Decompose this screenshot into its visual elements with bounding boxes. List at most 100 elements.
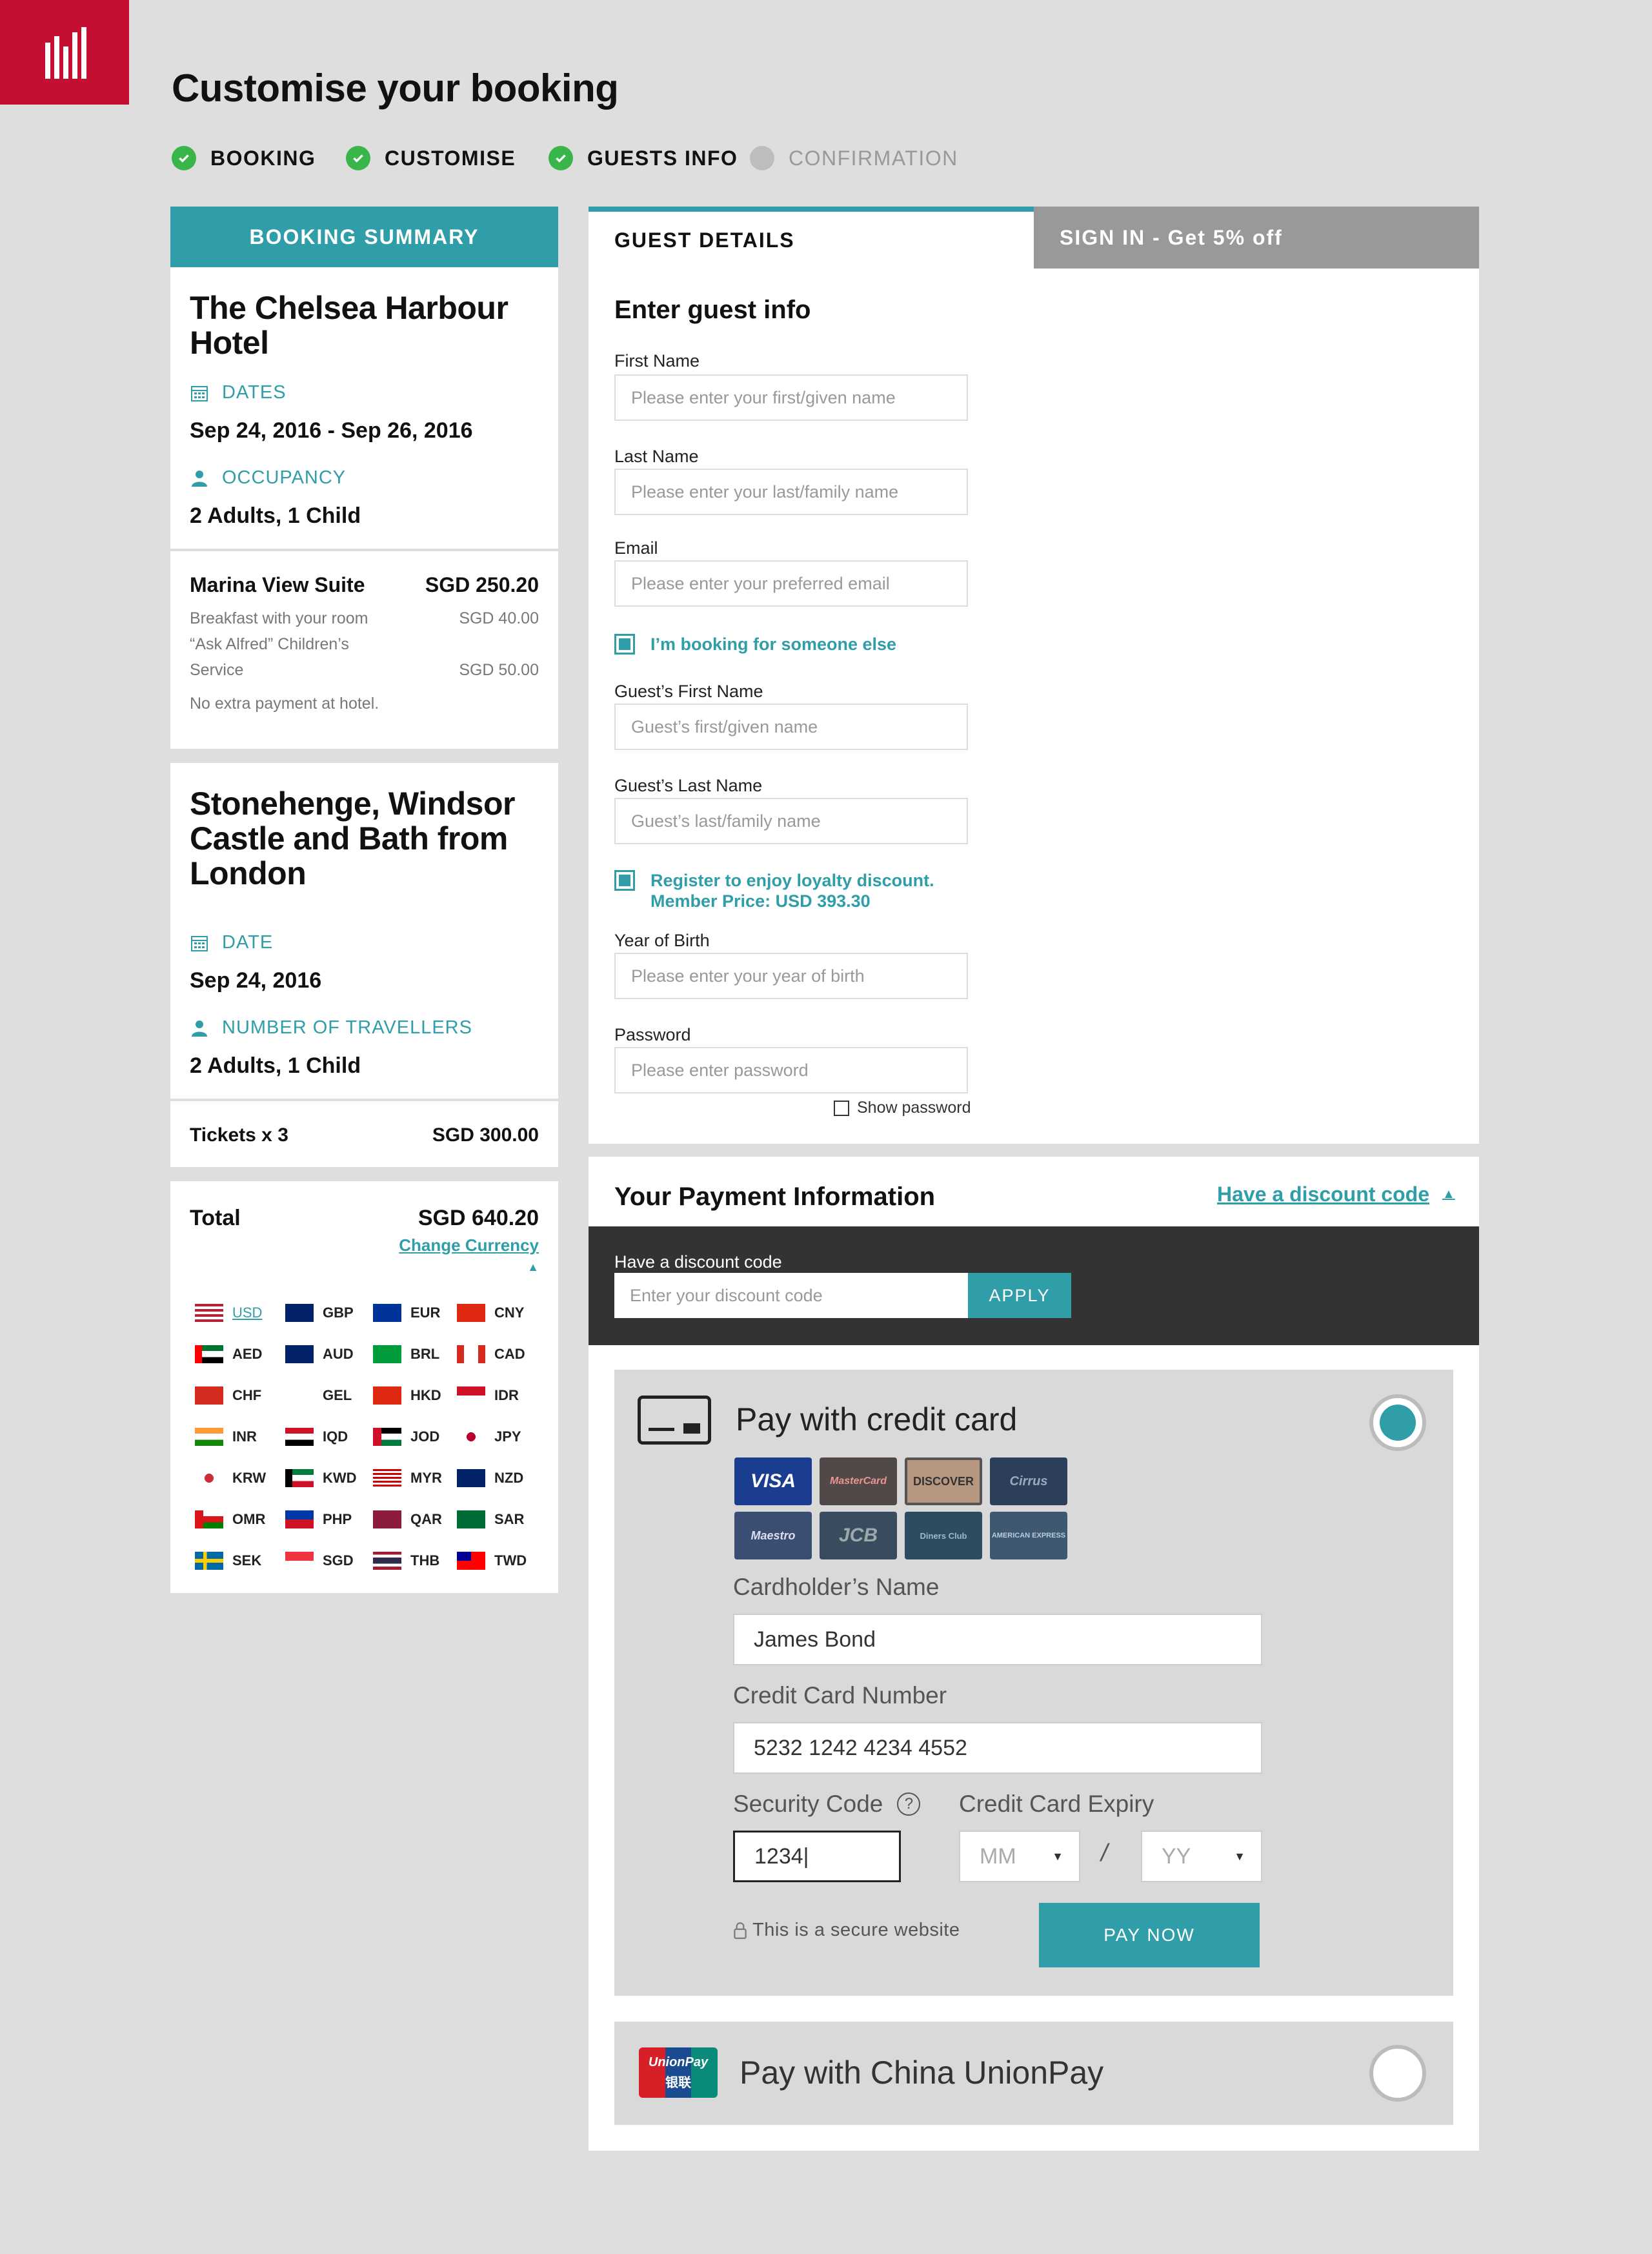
step-label: CONFIRMATION [789, 146, 958, 170]
currency-option-sek[interactable]: SEK [195, 1552, 261, 1570]
caret-up-icon: ▲ [1442, 1187, 1455, 1201]
currency-option-inr[interactable]: INR [195, 1428, 257, 1446]
currency-code: CHF [232, 1387, 262, 1403]
help-icon[interactable]: ? [897, 1792, 921, 1816]
currency-option-eur[interactable]: EUR [373, 1304, 440, 1322]
credit-card-radio[interactable] [1369, 1394, 1426, 1451]
check-icon [346, 146, 370, 170]
pay-now-button[interactable]: PAY NOW [1039, 1903, 1260, 1967]
currency-code: THB [410, 1552, 440, 1569]
apply-button[interactable]: APPLY [968, 1273, 1071, 1318]
last-name-input[interactable]: Please enter your last/family name [614, 469, 968, 515]
currency-option-iqd[interactable]: IQD [285, 1428, 348, 1446]
currency-option-myr[interactable]: MYR [373, 1469, 442, 1487]
currency-option-sar[interactable]: SAR [457, 1510, 524, 1528]
currency-code: QAR [410, 1511, 442, 1527]
currency-option-twd[interactable]: TWD [457, 1552, 527, 1570]
currency-option-aud[interactable]: AUD [285, 1345, 354, 1363]
calendar-icon [191, 935, 208, 951]
last-name-label: Last Name [614, 447, 699, 466]
first-name-input[interactable]: Please enter your first/given name [614, 374, 968, 421]
currency-code: CAD [494, 1346, 525, 1362]
currency-option-usd[interactable]: USD [195, 1304, 262, 1322]
flag-eur-icon [373, 1304, 401, 1322]
check-icon [172, 146, 196, 170]
flag-aud-icon [285, 1345, 314, 1363]
first-name-label: First Name [614, 351, 700, 371]
loyalty-checkbox[interactable]: Register to enjoy loyalty discount. Memb… [614, 870, 934, 911]
flag-inr-icon [195, 1428, 223, 1446]
currency-option-gel[interactable]: GEL [285, 1386, 352, 1405]
expiry-month-select[interactable]: MM ▼ [959, 1831, 1080, 1882]
currency-option-cad[interactable]: CAD [457, 1345, 525, 1363]
total-row: Total SGD 640.20 [190, 1206, 539, 1230]
flag-sek-icon [195, 1552, 223, 1570]
caret-up-icon: ▲ [527, 1261, 539, 1274]
currency-code: GBP [323, 1305, 354, 1321]
currency-option-omr[interactable]: OMR [195, 1510, 265, 1528]
card-number-input[interactable]: 5232 1242 4234 4552 [733, 1722, 1262, 1774]
secure-website-note: This is a secure website [733, 1920, 960, 1941]
form-heading: Enter guest info [614, 296, 811, 324]
unionpay-radio[interactable] [1369, 2045, 1426, 2102]
currency-option-sgd[interactable]: SGD [285, 1552, 354, 1570]
flag-qar-icon [373, 1510, 401, 1528]
flag-usd-icon [195, 1304, 223, 1322]
tour-summary-card: Stonehenge, Windsor Castle and Bath from… [170, 763, 558, 1099]
unionpay-title: Pay with China UnionPay [740, 2055, 1104, 2091]
currency-option-jpy[interactable]: JPY [457, 1428, 521, 1446]
currency-option-idr[interactable]: IDR [457, 1386, 519, 1405]
occupancy-value: 2 Adults, 1 Child [190, 503, 361, 528]
currency-option-kwd[interactable]: KWD [285, 1469, 357, 1487]
room-summary-card: Marina View Suite SGD 250.20 Breakfast w… [170, 551, 558, 749]
tour-date-meta: DATE [190, 932, 273, 953]
currency-option-aed[interactable]: AED [195, 1345, 262, 1363]
card-expiry-label: Credit Card Expiry [959, 1791, 1154, 1817]
currency-option-jod[interactable]: JOD [373, 1428, 439, 1446]
extra-price: SGD 50.00 [459, 661, 539, 679]
show-password-toggle[interactable]: Show password [834, 1099, 971, 1117]
discount-code-link[interactable]: Have a discount code ▲ [1217, 1183, 1455, 1206]
currency-option-cny[interactable]: CNY [457, 1304, 524, 1322]
currency-code: TWD [494, 1552, 527, 1569]
email-input[interactable]: Please enter your preferred email [614, 560, 968, 607]
currency-option-php[interactable]: PHP [285, 1510, 352, 1528]
tab-sign-in[interactable]: SIGN IN - Get 5% off [1034, 207, 1479, 269]
currency-option-qar[interactable]: QAR [373, 1510, 442, 1528]
password-input[interactable]: Please enter password [614, 1047, 968, 1093]
currency-option-nzd[interactable]: NZD [457, 1469, 523, 1487]
currency-code: HKD [410, 1387, 441, 1403]
tab-guest-details[interactable]: GUEST DETAILS [589, 207, 1034, 269]
currency-option-thb[interactable]: THB [373, 1552, 439, 1570]
currency-option-brl[interactable]: BRL [373, 1345, 439, 1363]
currency-option-hkd[interactable]: HKD [373, 1386, 441, 1405]
currency-code: IDR [494, 1387, 519, 1403]
travellers-value: 2 Adults, 1 Child [190, 1053, 361, 1078]
security-code-input[interactable]: 1234| [733, 1831, 901, 1882]
discount-code-input[interactable]: Enter your discount code [614, 1273, 968, 1318]
currency-code: USD [232, 1305, 263, 1321]
guest-first-name-input[interactable]: Guest’s first/given name [614, 704, 968, 750]
currency-code: KRW [232, 1470, 267, 1486]
currency-option-gbp[interactable]: GBP [285, 1304, 354, 1322]
currency-option-krw[interactable]: KRW [195, 1469, 266, 1487]
currency-code: GEL [323, 1387, 352, 1403]
unionpay-panel: UnionPay 银联 Pay with China UnionPay [614, 2022, 1453, 2125]
flag-jod-icon [373, 1428, 401, 1446]
brand-logo[interactable] [0, 0, 129, 105]
payment-note: No extra payment at hotel. [190, 695, 379, 713]
currency-code: OMR [232, 1511, 266, 1527]
flag-krw-icon [195, 1469, 223, 1487]
extra-row: “Ask Alfred” Children’s Service [190, 635, 349, 679]
currency-code: MYR [410, 1470, 442, 1486]
step-booking: BOOKING [172, 146, 316, 170]
travellers-meta: NUMBER OF TRAVELLERS [190, 1017, 472, 1039]
expiry-year-select[interactable]: YY ▼ [1141, 1831, 1262, 1882]
change-currency-link[interactable]: Change Currency ▲ [381, 1235, 539, 1275]
currency-option-chf[interactable]: CHF [195, 1386, 261, 1405]
dates-meta: DATES [190, 382, 287, 403]
cardholder-name-input[interactable]: James Bond [733, 1614, 1262, 1665]
year-of-birth-input[interactable]: Please enter your year of birth [614, 953, 968, 999]
guest-last-name-input[interactable]: Guest’s last/family name [614, 798, 968, 844]
booking-for-someone-else-checkbox[interactable]: I’m booking for someone else [614, 634, 896, 655]
